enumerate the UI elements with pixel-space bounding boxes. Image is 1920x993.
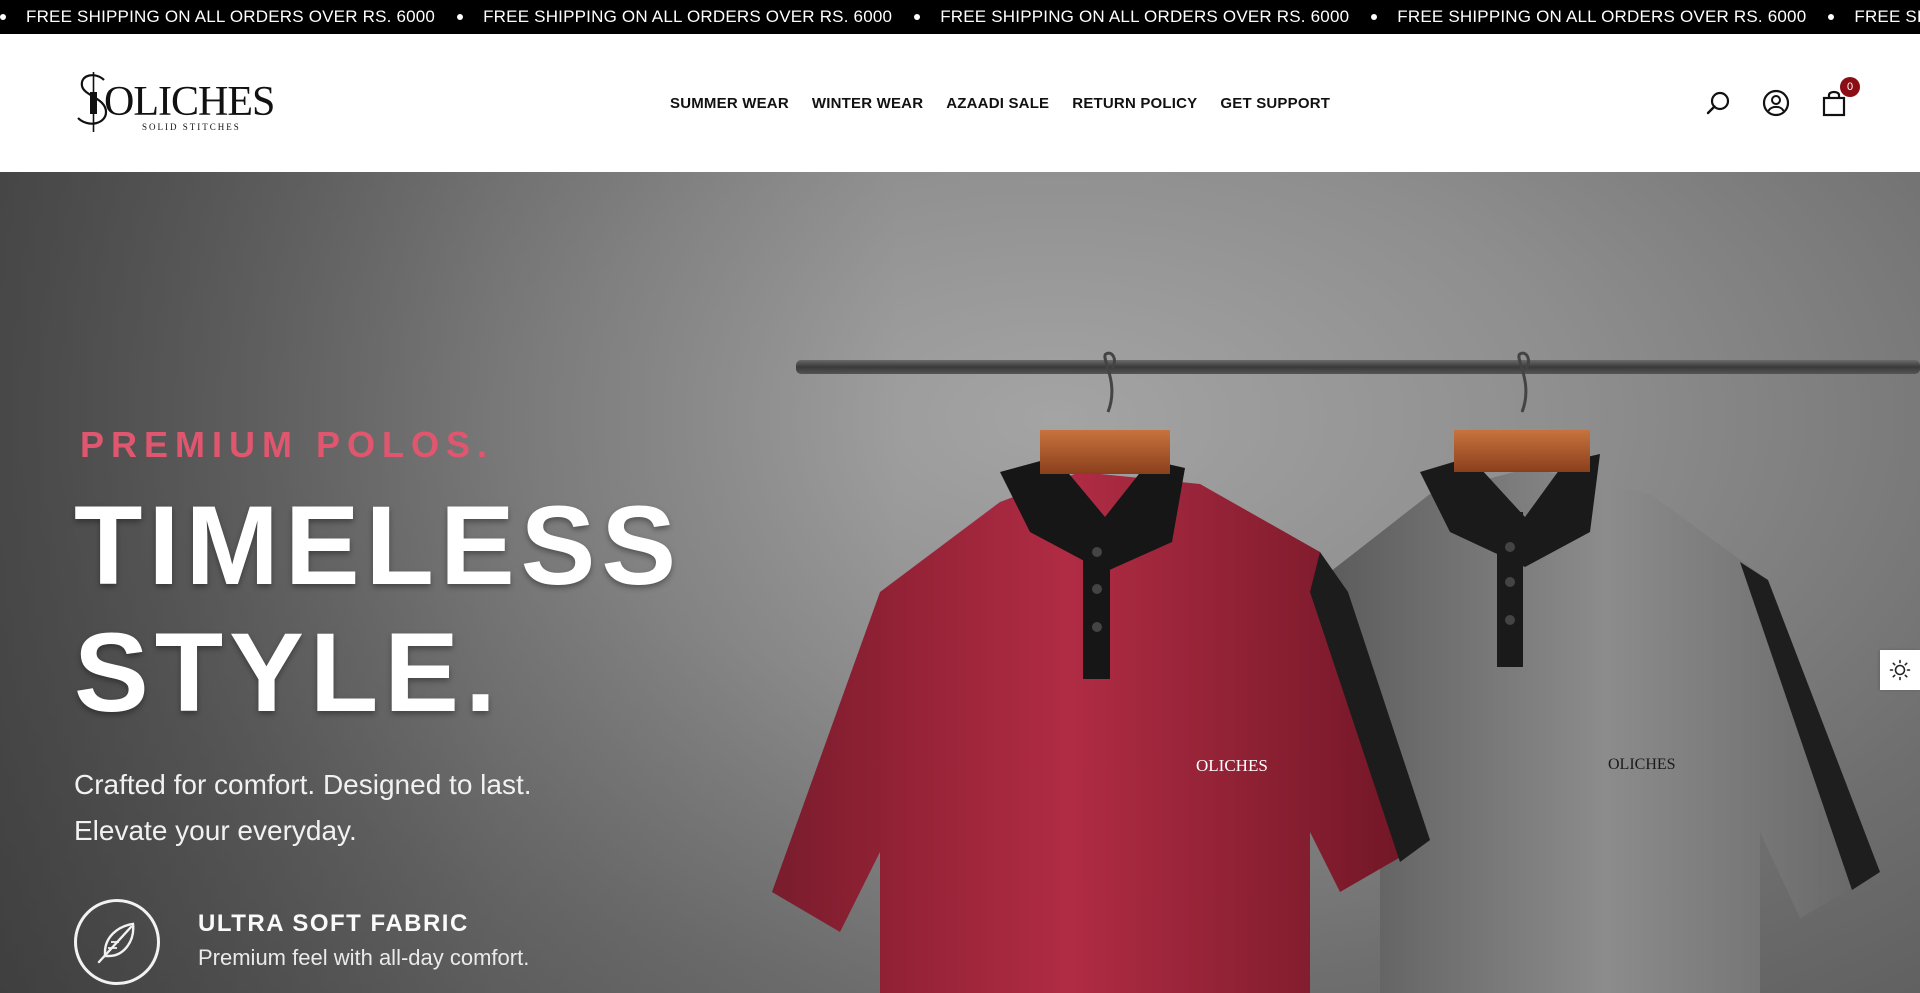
nav-summer-wear[interactable]: SUMMER WEAR xyxy=(670,95,789,112)
announcement-text: FREE SHIPPING ON ALL ORDERS OVER RS. 600… xyxy=(940,7,1350,26)
brand-tagline: SOLID STITCHES xyxy=(142,122,241,132)
announcement-item: FREE SHIPPING ON ALL ORDERS OVER RS. 600… xyxy=(914,7,1371,27)
announcement-track: FREE SHIPPING ON ALL ORDERS OVER RS. 600… xyxy=(0,0,1920,34)
brand-logo[interactable]: OLICHES SOLID STITCHES xyxy=(74,70,275,134)
feather-icon xyxy=(97,922,135,964)
nav-get-support[interactable]: GET SUPPORT xyxy=(1220,95,1330,112)
search-button[interactable] xyxy=(1702,87,1734,119)
feature-badge xyxy=(74,899,160,985)
hero-eyebrow: PREMIUM POLOS. xyxy=(80,424,495,465)
hero-headline-line2: STYLE. xyxy=(74,610,503,735)
hero-banner[interactable]: OLICHES OLICHES PREMIUM POLOS. TIMELESS … xyxy=(0,172,1920,993)
hero-subcopy: Crafted for comfort. Designed to last. E… xyxy=(74,762,532,854)
nav-return-policy[interactable]: RETURN POLICY xyxy=(1072,95,1197,112)
announcement-item: FREE SHIPPING ON ALL ORDERS OVER RS. 600… xyxy=(0,7,457,27)
cart-count-badge: 0 xyxy=(1840,77,1860,97)
announcement-item: FREE SHIPPING ON ALL ORDERS OVER RS. 600… xyxy=(1371,7,1828,27)
hero-headline: TIMELESS STYLE. xyxy=(74,482,682,736)
theme-toggle-button[interactable] xyxy=(1880,650,1920,690)
account-icon xyxy=(1762,89,1790,117)
bullet-icon xyxy=(1371,14,1378,20)
feature-title: ULTRA SOFT FABRIC xyxy=(198,910,469,937)
header-actions: 0 xyxy=(1676,34,1860,172)
cart-button[interactable]: 0 xyxy=(1818,77,1860,119)
nav-winter-wear[interactable]: WINTER WEAR xyxy=(812,95,923,112)
announcement-text: FREE SHIPPING ON ALL ORDERS OVER RS. 600… xyxy=(1854,7,1920,26)
hero-subcopy-line1: Crafted for comfort. Designed to last. xyxy=(74,769,532,800)
bullet-icon xyxy=(1828,14,1835,20)
bullet-icon xyxy=(457,14,464,20)
brand-wordmark: OLICHES xyxy=(104,79,275,125)
announcement-item: FREE SHIPPING ON ALL ORDERS OVER RS. 600… xyxy=(1828,7,1920,27)
shirt-logo-grey: OLICHES xyxy=(1608,756,1676,773)
hero-headline-line1: TIMELESS xyxy=(74,483,683,608)
sun-icon xyxy=(1889,659,1911,681)
hero-subcopy-line2: Elevate your everyday. xyxy=(74,815,357,846)
search-icon xyxy=(1706,91,1730,115)
announcement-text: FREE SHIPPING ON ALL ORDERS OVER RS. 600… xyxy=(483,7,893,26)
feature-subtitle: Premium feel with all-day comfort. xyxy=(198,945,530,970)
site-header: OLICHES SOLID STITCHES SUMMER WEAR WINTE… xyxy=(0,34,1920,172)
announcement-bar: FREE SHIPPING ON ALL ORDERS OVER RS. 600… xyxy=(0,0,1920,34)
bullet-icon xyxy=(914,14,921,20)
nav-azaadi-sale[interactable]: AZAADI SALE xyxy=(946,95,1049,112)
announcement-text: FREE SHIPPING ON ALL ORDERS OVER RS. 600… xyxy=(1397,7,1807,26)
announcement-item: FREE SHIPPING ON ALL ORDERS OVER RS. 600… xyxy=(457,7,914,27)
account-button[interactable] xyxy=(1760,87,1792,119)
announcement-text: FREE SHIPPING ON ALL ORDERS OVER RS. 600… xyxy=(26,7,436,26)
main-nav: SUMMER WEAR WINTER WEAR AZAADI SALE RETU… xyxy=(670,34,1353,172)
bullet-icon xyxy=(0,14,6,20)
shirt-logo-red: OLICHES xyxy=(1196,756,1268,775)
